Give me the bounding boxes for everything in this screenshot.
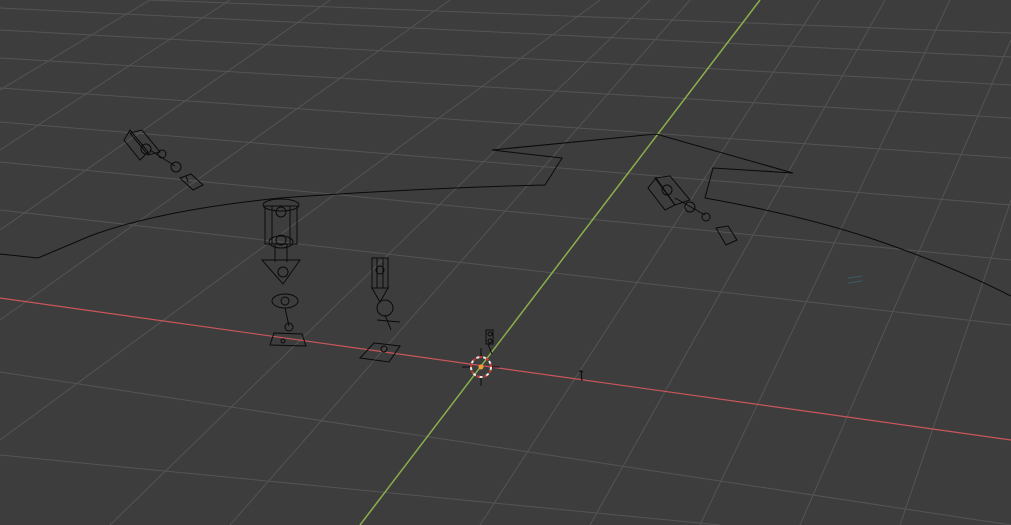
armature-rig-right[interactable] — [647, 175, 738, 246]
viewport-canvas[interactable] — [0, 0, 1011, 525]
armature-rig-small[interactable] — [358, 257, 401, 363]
armature-rig-tiny[interactable] — [485, 329, 494, 355]
3d-cursor[interactable] — [462, 348, 500, 386]
x-axis-line — [0, 297, 1011, 441]
object-origin-dot — [478, 364, 484, 370]
3d-viewport[interactable] — [0, 0, 1011, 525]
y-axis-line — [359, 0, 761, 525]
empty-marker[interactable] — [847, 275, 863, 284]
curve-path[interactable] — [0, 133, 1011, 297]
floor-grid — [0, 0, 1011, 525]
